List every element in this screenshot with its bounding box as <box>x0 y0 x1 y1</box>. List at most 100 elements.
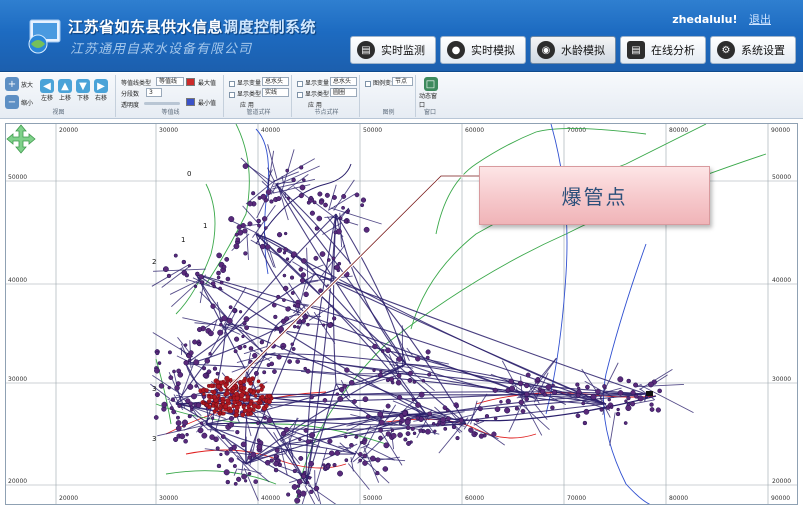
pipe-show-var-select[interactable]: 总水头 <box>262 77 289 86</box>
network-node <box>303 291 309 298</box>
burst-node <box>224 375 230 382</box>
axis-tick-label-x: 60000 <box>465 495 484 502</box>
ribbon-group-label: 管道式样 <box>246 109 271 116</box>
burst-node <box>204 388 209 393</box>
network-node <box>235 430 240 435</box>
move-left-button[interactable]: ◀ 左移 <box>40 79 54 102</box>
nav-label: 系统设置 <box>741 44 785 57</box>
burst-node <box>251 408 256 413</box>
network-node <box>256 438 261 443</box>
network-node <box>198 274 204 280</box>
network-node <box>308 460 315 467</box>
network-node <box>388 376 395 382</box>
network-node <box>542 392 547 397</box>
network-node <box>232 464 237 469</box>
burst-node <box>260 394 265 400</box>
burst-node <box>248 377 253 383</box>
nav-system-settings-button[interactable]: ⚙ 系统设置 <box>710 36 796 64</box>
network-node <box>359 440 364 445</box>
network-node <box>343 434 348 439</box>
node-show-var-label: 显示变量 <box>297 78 329 87</box>
network-node <box>602 384 607 389</box>
network-node <box>175 415 180 420</box>
network-node <box>415 415 420 421</box>
nav-online-analysis-button[interactable]: ▤ 在线分析 <box>620 36 706 64</box>
network-node <box>187 264 192 268</box>
burst-node <box>248 389 253 394</box>
network-node <box>331 256 336 261</box>
zone-label: 3 <box>152 385 156 393</box>
zoom-in-button[interactable]: + 放大 <box>5 77 33 91</box>
network-node <box>289 275 295 280</box>
burst-node <box>256 389 261 394</box>
legend-var-checkbox[interactable] <box>365 80 371 87</box>
network-node <box>295 303 301 309</box>
max-color-swatch[interactable] <box>186 78 195 86</box>
network-node <box>305 480 310 485</box>
node-show-type-select[interactable]: 圆圈 <box>330 88 357 97</box>
network-map[interactable]: 20000 20000 30000 30000 40000 40000 50000 50000… <box>5 123 798 505</box>
network-node <box>372 368 376 373</box>
app-title-main: 江苏省如东县供水信息 <box>68 18 224 36</box>
pipe-show-type-select[interactable]: 实线 <box>262 88 289 97</box>
network-node <box>440 416 446 423</box>
move-down-button[interactable]: ▼ 下移 <box>76 79 90 102</box>
network-node <box>243 316 250 322</box>
nav-water-age-button[interactable]: ◉ 水龄模拟 <box>530 36 616 64</box>
pan-control-icon[interactable] <box>6 124 36 154</box>
network-node <box>242 228 248 234</box>
nav-realtime-monitor-button[interactable]: ▤ 实时监测 <box>350 36 436 64</box>
axis-tick-label-x: 20000 <box>59 495 78 502</box>
network-node <box>319 251 326 257</box>
contour-levels-input[interactable]: 3 <box>146 88 162 97</box>
axis-tick-label-x: 30000 <box>159 495 178 502</box>
network-node <box>195 402 202 408</box>
node-show-type-checkbox[interactable] <box>297 91 303 98</box>
network-node <box>237 344 243 351</box>
network-node <box>607 397 612 402</box>
network-node <box>390 428 395 433</box>
network-node <box>273 453 279 459</box>
burst-node <box>207 395 211 399</box>
app-subtitle: 江苏通用自来水设备有限公司 <box>70 42 253 57</box>
network-node <box>260 193 267 200</box>
network-node <box>269 458 274 463</box>
burst-node <box>248 411 254 416</box>
burst-node <box>241 385 247 391</box>
contour-type-select[interactable]: 等值线 <box>156 77 184 86</box>
network-node <box>291 251 297 257</box>
user-area: zhedalulu! 退出 <box>672 11 771 27</box>
legend-var-select[interactable]: 节点 <box>392 77 413 86</box>
burst-node <box>221 411 226 416</box>
network-node <box>494 406 501 413</box>
move-up-button[interactable]: ▲ 上移 <box>58 79 72 102</box>
axis-tick-label-x: 80000 <box>669 495 688 502</box>
float-window-button[interactable]: □ 动态窗口 <box>419 77 442 109</box>
network-node <box>247 455 252 460</box>
node-show-var-checkbox[interactable] <box>297 80 303 87</box>
nav-realtime-simulation-button[interactable]: ● 实时模拟 <box>440 36 526 64</box>
network-node <box>307 476 312 480</box>
pipe-show-var-checkbox[interactable] <box>229 80 235 87</box>
network-node <box>243 251 248 256</box>
min-color-swatch[interactable] <box>186 98 195 106</box>
node-show-var-select[interactable]: 总水头 <box>330 77 357 86</box>
network-node <box>406 440 412 446</box>
network-node <box>193 359 200 366</box>
network-node <box>451 424 457 430</box>
network-node <box>649 407 655 412</box>
burst-node <box>231 385 236 391</box>
network-node <box>262 370 267 375</box>
network-node <box>442 405 448 411</box>
network-node <box>616 407 620 412</box>
node-show-var-text: 显示变量 <box>305 80 330 87</box>
network-node <box>194 384 198 388</box>
logout-link[interactable]: 退出 <box>749 13 771 26</box>
transparency-slider[interactable] <box>144 102 180 105</box>
network-node <box>336 268 341 273</box>
network-node <box>199 421 204 425</box>
network-node <box>190 407 194 412</box>
move-right-button[interactable]: ▶ 右移 <box>94 79 108 102</box>
burst-node <box>251 403 258 409</box>
pipe-show-type-checkbox[interactable] <box>229 91 235 98</box>
